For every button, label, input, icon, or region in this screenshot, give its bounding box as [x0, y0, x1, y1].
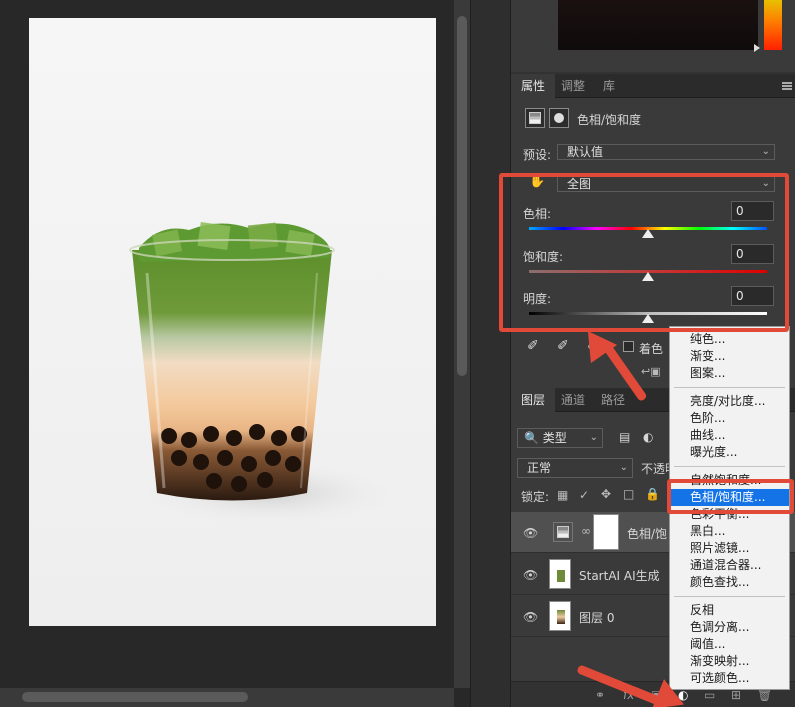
trash-icon[interactable]: 🗑	[757, 688, 772, 702]
panel-menu-icon[interactable]	[782, 82, 792, 90]
menu-item-solid-color[interactable]: 纯色...	[670, 331, 789, 348]
menu-item-posterize[interactable]: 色调分离...	[670, 619, 789, 636]
lock-transparent-icon[interactable]: ▦	[557, 488, 568, 502]
image-layer-thumbnail	[549, 601, 571, 631]
tab-channels[interactable]: 通道	[551, 388, 595, 412]
menu-item-gradient-map[interactable]: 渐变映射...	[670, 653, 789, 670]
smart-object-thumbnail	[549, 559, 571, 589]
menu-item-pattern[interactable]: 图案...	[670, 365, 789, 382]
layer-mask-icon[interactable]	[549, 108, 569, 128]
menu-item-color-lookup[interactable]: 颜色查找...	[670, 574, 789, 591]
menu-item-exposure[interactable]: 曝光度...	[670, 444, 789, 461]
adjustment-title: 色相/饱和度	[577, 113, 642, 127]
menu-item-brightness-contrast[interactable]: 亮度/对比度...	[670, 393, 789, 410]
chevron-down-icon: ⌄	[589, 432, 598, 443]
horizontal-scrollbar[interactable]	[0, 688, 454, 707]
visibility-eye-icon[interactable]: 👁	[523, 568, 538, 582]
canvas-area[interactable]	[0, 0, 470, 707]
chevron-down-icon: ⌄	[619, 462, 628, 473]
visibility-eye-icon[interactable]: 👁	[523, 610, 538, 624]
color-field[interactable]	[558, 0, 758, 50]
preset-label: 预设:	[523, 148, 552, 162]
tab-adjustments[interactable]: 调整	[551, 74, 595, 98]
adjustment-thumbnail-icon	[553, 522, 573, 542]
annotation-box-sliders	[499, 173, 789, 332]
preset-value: 默认值	[567, 145, 604, 159]
menu-item-threshold[interactable]: 阈值...	[670, 636, 789, 653]
layer-name[interactable]: StartAI AI生成	[579, 567, 660, 584]
blend-mode-dropdown[interactable]: 正常 ⌄	[517, 458, 633, 478]
link-icon[interactable]: ∞	[581, 524, 591, 538]
menu-item-gradient[interactable]: 渐变...	[670, 348, 789, 365]
layer-name[interactable]: 图层 0	[579, 609, 614, 626]
eyedropper-icon[interactable]: ✐	[527, 338, 539, 354]
clip-to-layer-icon[interactable]: ↩▣	[641, 365, 661, 378]
visibility-eye-icon[interactable]: 👁	[523, 526, 538, 540]
properties-tabbar: 属性 调整 库	[511, 74, 795, 98]
blend-mode-value: 正常	[527, 461, 552, 475]
group-icon[interactable]: ▭	[704, 688, 715, 702]
search-icon: 🔍	[524, 431, 539, 445]
tab-properties[interactable]: 属性	[511, 74, 556, 98]
new-layer-icon[interactable]: ⊞	[731, 688, 741, 702]
color-picker-panel[interactable]	[511, 0, 795, 72]
menu-item-channel-mixer[interactable]: 通道混合器...	[670, 557, 789, 574]
hue-marker-icon[interactable]	[754, 44, 760, 52]
layer-mask-thumbnail[interactable]	[593, 514, 619, 550]
eyedropper-plus-icon[interactable]: ✐	[557, 338, 569, 354]
link-icon[interactable]: ⚭	[595, 688, 605, 702]
vertical-scroll-thumb[interactable]	[457, 16, 467, 376]
layer-filter-value: 类型	[542, 431, 567, 445]
lock-artboard-icon[interactable]: □	[623, 487, 634, 501]
layer-filter-dropdown[interactable]: 🔍 类型 ⌄	[517, 428, 603, 448]
hue-strip[interactable]	[764, 0, 782, 50]
lock-paint-icon[interactable]: ✓	[579, 488, 589, 502]
lock-all-icon[interactable]: 🔒	[645, 487, 660, 501]
vertical-scrollbar[interactable]	[454, 0, 470, 688]
menu-separator	[674, 596, 785, 597]
lock-label: 锁定:	[521, 490, 550, 504]
image-filter-icon[interactable]: ▤	[619, 430, 630, 444]
annotation-box-menu-item	[667, 479, 794, 514]
menu-item-curves[interactable]: 曲线...	[670, 427, 789, 444]
adjustment-layer-icon	[525, 108, 545, 128]
menu-item-selective-color[interactable]: 可选颜色...	[670, 670, 789, 687]
preset-dropdown[interactable]: 默认值 ⌄	[557, 144, 775, 160]
chevron-down-icon: ⌄	[761, 146, 770, 157]
menu-separator	[674, 466, 785, 467]
menu-item-levels[interactable]: 色阶...	[670, 410, 789, 427]
document-canvas[interactable]	[29, 18, 436, 626]
menu-item-invert[interactable]: 反相	[670, 602, 789, 619]
layer-name[interactable]: 色相/饱	[627, 525, 667, 542]
lock-position-icon[interactable]: ✥	[601, 487, 611, 501]
adjustment-filter-icon[interactable]: ◐	[643, 430, 653, 444]
menu-separator	[674, 387, 785, 388]
tab-layers[interactable]: 图层	[511, 388, 556, 412]
colorize-label: 着色	[639, 342, 664, 356]
panel-gutter	[470, 0, 510, 707]
horizontal-scroll-thumb[interactable]	[22, 692, 248, 702]
tab-libraries[interactable]: 库	[593, 74, 625, 98]
bubble-tea-photo	[29, 18, 436, 626]
colorize-checkbox[interactable]	[623, 341, 634, 352]
menu-item-photo-filter[interactable]: 照片滤镜...	[670, 540, 789, 557]
menu-item-black-white[interactable]: 黑白...	[670, 523, 789, 540]
tab-paths[interactable]: 路径	[591, 388, 635, 412]
